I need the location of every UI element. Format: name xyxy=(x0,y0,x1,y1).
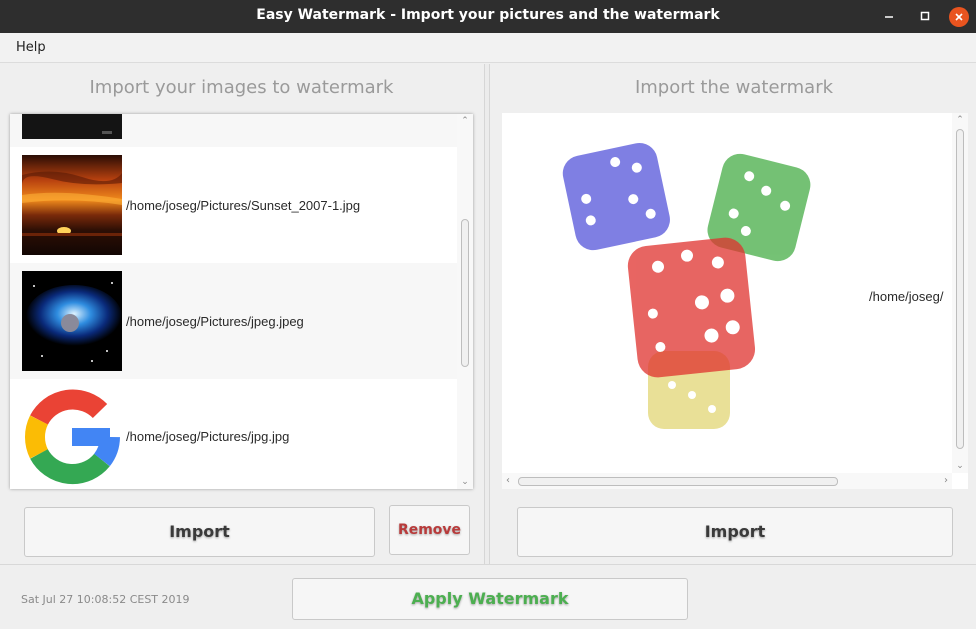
image-path: /home/joseg/Pictures/jpeg.jpeg xyxy=(126,314,304,329)
close-button[interactable] xyxy=(949,7,969,27)
google-logo-icon xyxy=(25,389,120,485)
scrollbar-thumb[interactable] xyxy=(461,219,469,367)
menu-help[interactable]: Help xyxy=(16,40,46,55)
scroll-right-icon[interactable]: › xyxy=(944,475,948,486)
image-path: /home/joseg/Pictures/jpg.jpg xyxy=(126,429,290,444)
close-icon xyxy=(955,13,963,21)
menu-bar: Help xyxy=(0,33,976,63)
status-bar: Sat Jul 27 10:08:52 CEST 2019 Apply Wate… xyxy=(0,564,976,629)
scroll-left-icon[interactable]: ‹ xyxy=(506,475,510,486)
watermark-panel: Import the watermark /home/joseg/ ⌃ ⌄ ‹ … xyxy=(492,64,976,564)
preview-horizontal-scrollbar[interactable]: ‹ › xyxy=(502,473,952,489)
image-list[interactable]: /home/joseg/Pictures/Sunset_2007-1.jpg /… xyxy=(10,114,473,489)
scroll-up-icon[interactable]: ⌃ xyxy=(460,116,470,126)
image-path: /home/joseg/Pictures/Sunset_2007-1.jpg xyxy=(126,198,361,213)
list-item[interactable]: /home/joseg/Pictures/Sunset_2007-1.jpg xyxy=(10,147,457,263)
preview-vertical-scrollbar[interactable]: ⌃ ⌄ xyxy=(952,113,968,473)
panel-divider[interactable] xyxy=(484,64,490,564)
window-title: Easy Watermark - Import your pictures an… xyxy=(256,7,720,23)
sunset-image xyxy=(22,155,122,255)
watermark-preview[interactable]: /home/joseg/ ⌃ ⌄ ‹ › xyxy=(502,113,968,489)
timestamp: Sat Jul 27 10:08:52 CEST 2019 xyxy=(21,593,190,606)
image-list-scrollbar[interactable]: ⌃ ⌄ xyxy=(457,114,473,489)
apply-watermark-button[interactable]: Apply Watermark xyxy=(292,578,688,620)
sunset-thumbnail xyxy=(22,155,122,255)
space-image xyxy=(22,271,122,371)
images-heading: Import your images to watermark xyxy=(89,77,394,98)
minimize-icon xyxy=(885,16,893,18)
list-item[interactable]: /home/joseg/Pictures/jpg.jpg xyxy=(10,379,457,489)
import-watermark-button[interactable]: Import xyxy=(517,507,953,557)
space-thumbnail xyxy=(22,271,122,371)
watermark-path: /home/joseg/ xyxy=(869,289,944,304)
google-thumbnail xyxy=(22,387,122,487)
maximize-button[interactable] xyxy=(915,7,935,27)
maximize-icon xyxy=(920,11,930,21)
dice-watermark-image xyxy=(562,142,811,429)
title-bar: Easy Watermark - Import your pictures an… xyxy=(0,0,976,33)
image-thumbnail xyxy=(22,114,122,139)
minimize-button[interactable] xyxy=(879,7,899,27)
list-item[interactable]: /home/joseg/Pictures/jpeg.jpeg xyxy=(10,263,457,379)
scroll-down-icon[interactable]: ⌄ xyxy=(955,461,965,471)
scrollbar-thumb[interactable] xyxy=(518,477,838,486)
dark-image-thumbnail xyxy=(22,114,122,139)
images-panel: Import your images to watermark /home/jo… xyxy=(0,64,483,564)
scrollbar-thumb[interactable] xyxy=(956,129,964,449)
remove-image-button[interactable]: Remove xyxy=(389,505,470,555)
watermark-heading: Import the watermark xyxy=(634,77,834,98)
import-images-button[interactable]: Import xyxy=(24,507,375,557)
list-item[interactable] xyxy=(10,114,457,147)
scroll-up-icon[interactable]: ⌃ xyxy=(955,115,965,125)
scroll-down-icon[interactable]: ⌄ xyxy=(460,477,470,487)
